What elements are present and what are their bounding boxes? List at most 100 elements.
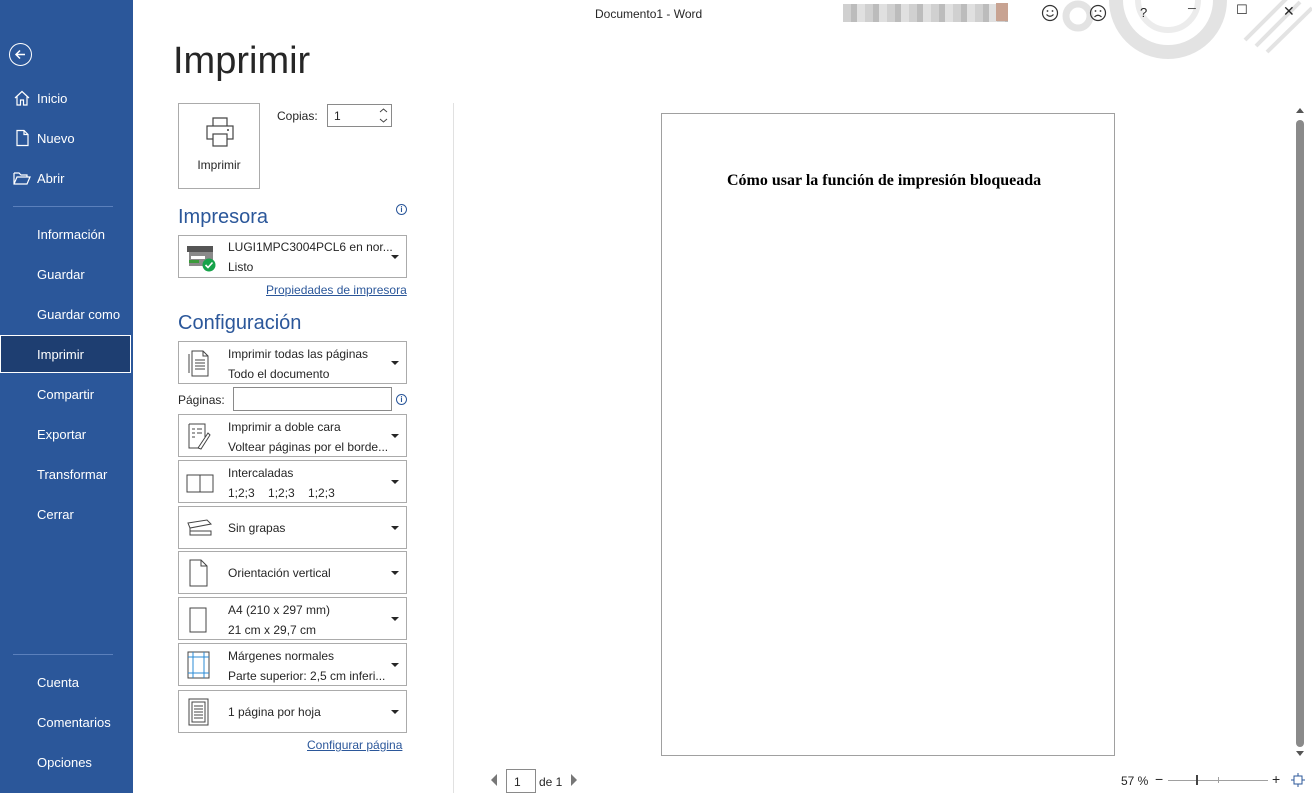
pages-input[interactable] bbox=[233, 387, 392, 411]
smile-icon[interactable] bbox=[1040, 3, 1060, 23]
column-divider bbox=[453, 103, 454, 793]
margins-label: Márgenes normales bbox=[228, 649, 335, 663]
zoom-slider-center-tick bbox=[1218, 777, 1219, 783]
sidebar-item-label: Imprimir bbox=[37, 347, 84, 362]
sidebar-item-label: Información bbox=[37, 227, 105, 242]
page-setup-link[interactable]: Configurar página bbox=[307, 738, 402, 752]
print-range-dropdown[interactable]: Imprimir todas las páginas Todo el docum… bbox=[178, 341, 407, 384]
maximize-icon[interactable]: ☐ bbox=[1236, 2, 1256, 22]
staple-label: Sin grapas bbox=[228, 521, 286, 535]
zoom-in-button[interactable]: + bbox=[1272, 771, 1280, 787]
chevron-up-icon[interactable] bbox=[379, 108, 388, 113]
zoom-out-button[interactable]: − bbox=[1155, 771, 1163, 787]
margins-icon bbox=[187, 651, 210, 679]
page-number-input[interactable]: 1 bbox=[506, 769, 536, 793]
scroll-up-arrow-icon[interactable] bbox=[1295, 106, 1305, 114]
paper-size-dropdown[interactable]: A4 (210 x 297 mm) 21 cm x 29,7 cm bbox=[178, 597, 407, 640]
home-icon bbox=[14, 90, 30, 106]
back-button[interactable] bbox=[9, 43, 32, 66]
sidebar-divider bbox=[13, 206, 113, 207]
sidebar-item-imprimir[interactable]: Imprimir bbox=[0, 335, 131, 373]
dropdown-arrow-icon bbox=[391, 663, 399, 667]
dropdown-arrow-icon bbox=[391, 255, 399, 259]
sidebar-item-label: Transformar bbox=[37, 467, 108, 482]
printer-name: LUGI1MPC3004PCL6 en nor... bbox=[228, 240, 393, 254]
sidebar-item-informacion[interactable]: Información bbox=[0, 215, 131, 253]
sidebar-item-cuenta[interactable]: Cuenta bbox=[0, 663, 131, 701]
dropdown-arrow-icon bbox=[391, 571, 399, 575]
info-icon[interactable]: i bbox=[396, 394, 407, 405]
close-icon[interactable]: ✕ bbox=[1283, 3, 1303, 23]
stapler-icon bbox=[187, 519, 213, 536]
sidebar-item-exportar[interactable]: Exportar bbox=[0, 415, 131, 453]
print-button[interactable]: Imprimir bbox=[178, 103, 260, 189]
sidebar-item-guardar[interactable]: Guardar bbox=[0, 255, 131, 293]
sidebar-item-opciones[interactable]: Opciones bbox=[0, 743, 131, 781]
avatar[interactable] bbox=[996, 3, 1008, 21]
sidebar-item-comentarios[interactable]: Comentarios bbox=[0, 703, 131, 741]
window-title: Documento1 - Word bbox=[595, 7, 703, 21]
sidebar-item-abrir[interactable]: Abrir bbox=[0, 159, 131, 197]
margins-dropdown[interactable]: Márgenes normales Parte superior: 2,5 cm… bbox=[178, 643, 407, 686]
sidebar-item-guardar-como[interactable]: Guardar como bbox=[0, 295, 131, 333]
chevron-down-icon[interactable] bbox=[379, 118, 388, 123]
sidebar-item-label: Compartir bbox=[37, 387, 95, 402]
orientation-dropdown[interactable]: Orientación vertical bbox=[178, 551, 407, 594]
new-document-icon bbox=[16, 129, 29, 147]
page-title: Imprimir bbox=[173, 40, 311, 82]
margins-detail: Parte superior: 2,5 cm inferi... bbox=[228, 669, 386, 683]
sidebar-item-label: Abrir bbox=[37, 171, 65, 186]
staple-dropdown[interactable]: Sin grapas bbox=[178, 506, 407, 549]
printer-status: Listo bbox=[228, 260, 254, 274]
back-arrow-icon bbox=[14, 49, 25, 60]
pages-label: Páginas: bbox=[178, 393, 225, 407]
minimize-icon[interactable]: ─ bbox=[1188, 3, 1208, 23]
printer-dropdown[interactable]: LUGI1MPC3004PCL6 en nor... Listo bbox=[178, 235, 407, 278]
paper-size-icon bbox=[189, 607, 207, 633]
frown-icon[interactable] bbox=[1088, 3, 1108, 23]
help-icon[interactable]: ? bbox=[1140, 5, 1160, 25]
print-range-label: Imprimir todas las páginas bbox=[228, 347, 369, 361]
duplex-dropdown[interactable]: Imprimir a doble cara Voltear páginas po… bbox=[178, 414, 407, 457]
zoom-level[interactable]: 57 % bbox=[1121, 774, 1148, 788]
zoom-slider-thumb[interactable] bbox=[1196, 775, 1198, 785]
next-page-icon[interactable] bbox=[569, 773, 579, 787]
sidebar-item-compartir[interactable]: Compartir bbox=[0, 375, 131, 413]
pages-per-sheet-label: 1 página por hoja bbox=[228, 705, 321, 719]
collate-label: Intercaladas bbox=[228, 466, 294, 480]
sidebar-item-label: Cerrar bbox=[37, 507, 74, 522]
print-preview-page: Cómo usar la función de impresión bloque… bbox=[661, 113, 1115, 756]
account-name[interactable] bbox=[843, 4, 1008, 22]
previous-page-icon[interactable] bbox=[489, 773, 499, 787]
sidebar-item-cerrar[interactable]: Cerrar bbox=[0, 495, 131, 533]
print-range-detail: Todo el documento bbox=[228, 367, 330, 381]
scrollbar-thumb[interactable] bbox=[1296, 120, 1304, 747]
paper-size-label: A4 (210 x 297 mm) bbox=[228, 603, 331, 617]
portrait-icon bbox=[189, 559, 208, 587]
dropdown-arrow-icon bbox=[391, 480, 399, 484]
sidebar-item-label: Cuenta bbox=[37, 675, 79, 690]
sidebar-item-inicio[interactable]: Inicio bbox=[0, 79, 131, 117]
pages-per-sheet-dropdown[interactable]: 1 página por hoja bbox=[178, 690, 407, 733]
info-icon[interactable]: i bbox=[396, 204, 407, 215]
duplex-label: Imprimir a doble cara bbox=[228, 420, 341, 434]
copies-stepper[interactable] bbox=[375, 104, 392, 127]
pages-icon bbox=[188, 350, 209, 377]
duplex-icon bbox=[188, 423, 211, 450]
print-button-label: Imprimir bbox=[197, 158, 241, 172]
backstage-sidebar: Inicio Nuevo Abrir Información Guardar G… bbox=[0, 0, 133, 793]
dropdown-arrow-icon bbox=[391, 434, 399, 438]
settings-section-title: Configuración bbox=[178, 312, 302, 334]
collate-dropdown[interactable]: Intercaladas 1;2;3 1;2;3 1;2;3 bbox=[178, 460, 407, 503]
orientation-label: Orientación vertical bbox=[228, 566, 331, 580]
collate-icon bbox=[186, 474, 214, 493]
scroll-down-arrow-icon[interactable] bbox=[1295, 750, 1305, 758]
sidebar-item-label: Exportar bbox=[37, 427, 87, 442]
sidebar-item-nuevo[interactable]: Nuevo bbox=[0, 119, 131, 157]
zoom-to-page-icon[interactable] bbox=[1291, 773, 1305, 787]
printer-properties-link[interactable]: Propiedades de impresora bbox=[266, 283, 407, 297]
sidebar-divider bbox=[13, 654, 113, 655]
sidebar-item-label: Guardar como bbox=[37, 307, 121, 322]
sidebar-item-label: Guardar bbox=[37, 267, 85, 282]
sidebar-item-transformar[interactable]: Transformar bbox=[0, 455, 131, 493]
